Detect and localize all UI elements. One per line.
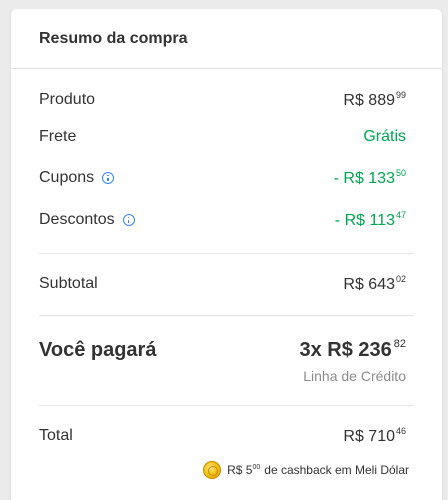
- total-price: R$ 71046: [343, 426, 406, 445]
- shipping-price: Grátis: [363, 128, 406, 145]
- row-label: Frete: [39, 128, 77, 145]
- cashback-note: R$ 500 de cashback em Meli Dólar: [203, 461, 409, 479]
- cashback-amount: R$ 500: [227, 463, 261, 477]
- divider: [39, 315, 414, 316]
- discounts-price: - R$ 11347: [334, 210, 406, 229]
- you-pay-label: Você pagará: [39, 338, 157, 361]
- summary-row-coupons: Cupons - R$ 13350: [39, 168, 406, 188]
- summary-header: Resumo da compra: [11, 9, 442, 69]
- total-label: Total: [39, 427, 73, 444]
- divider: [39, 253, 414, 254]
- divider: [39, 405, 414, 406]
- meli-dolar-coin-icon: [203, 461, 222, 479]
- row-label: Cupons: [39, 169, 95, 186]
- summary-row-product: Produto R$ 88999: [39, 90, 406, 110]
- cashback-text: de cashback em Meli Dólar: [264, 463, 409, 477]
- payment-method-note: Linha de Crédito: [303, 368, 406, 384]
- summary-title: Resumo da compra: [39, 29, 188, 47]
- row-label: Descontos: [39, 211, 115, 228]
- purchase-summary-card: Resumo da compra Produto R$ 88999 Frete …: [11, 9, 442, 500]
- row-label: Produto: [39, 91, 96, 108]
- summary-row-shipping: Frete Grátis: [39, 128, 406, 146]
- coupons-info-icon[interactable]: [102, 172, 115, 184]
- installment-price: 3x R$ 236 82: [299, 338, 406, 361]
- subtotal-price: R$ 64302: [343, 274, 406, 293]
- discounts-info-icon[interactable]: [122, 214, 135, 226]
- coupons-price: - R$ 13350: [333, 168, 406, 187]
- subtotal-label: Subtotal: [39, 275, 98, 292]
- summary-row-you-pay: Você pagará 3x R$ 236 82: [39, 338, 406, 362]
- product-price: R$ 88999: [343, 90, 406, 109]
- summary-row-subtotal: Subtotal R$ 64302: [39, 274, 406, 294]
- summary-row-discounts: Descontos - R$ 11347: [39, 210, 406, 230]
- summary-row-total: Total R$ 71046: [39, 426, 406, 446]
